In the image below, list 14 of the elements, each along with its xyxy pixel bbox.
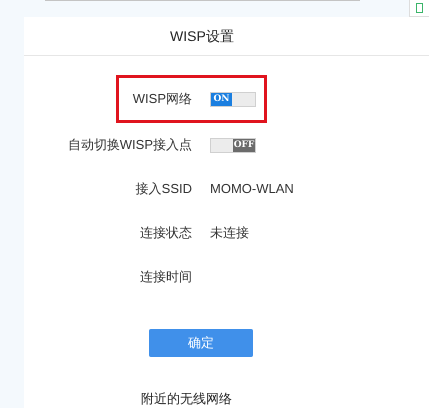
field-value: 未连接: [210, 224, 249, 242]
field-label: 连接状态: [139, 224, 192, 242]
field-label: 自动切换WISP接入点: [66, 136, 192, 154]
section-heading: 附近的无线网络: [141, 390, 233, 408]
field-label: 连接时间: [139, 268, 192, 286]
confirm-button[interactable]: 确定: [149, 329, 253, 356]
panel-title: WISP设置: [170, 26, 234, 46]
toggle-switch[interactable]: ON: [210, 92, 256, 107]
field-label: 接入SSID: [134, 180, 192, 198]
copy-icon: [416, 3, 424, 13]
field-label: WISP网络: [132, 90, 192, 108]
panel-tab[interactable]: [409, 0, 429, 17]
field-value: MOMO-WLAN: [210, 180, 294, 198]
toggle-switch[interactable]: OFF: [210, 138, 256, 153]
